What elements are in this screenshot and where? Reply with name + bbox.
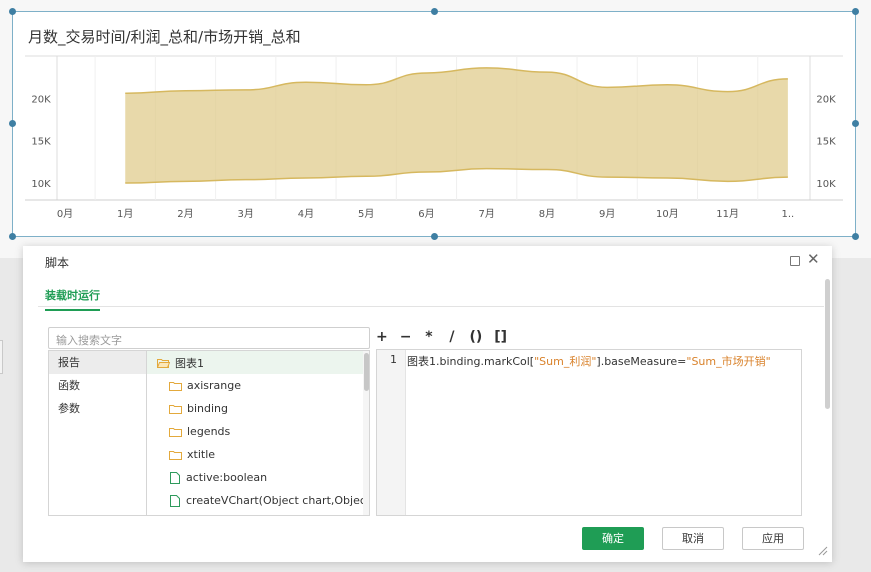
x-tick-label: 6月 [418, 208, 434, 220]
tree-item-label: createVChart(Object chart,Object grid [186, 494, 370, 507]
tree-item-label: active:boolean [186, 471, 268, 484]
folder-icon [169, 381, 182, 391]
resize-handle-tr[interactable] [852, 8, 859, 15]
category-params[interactable]: 参数 [49, 397, 146, 420]
op-brackets-button[interactable]: [] [494, 329, 507, 345]
y2-tick-label: 10K [816, 179, 836, 190]
folder-icon [169, 450, 182, 460]
op-divide-button[interactable]: / [446, 329, 457, 345]
x-tick-label: 2月 [177, 208, 193, 220]
op-parens-button[interactable]: () [469, 329, 482, 345]
script-dialog: 脚本 ✕ 装载时运行 输入搜索文字 + − * / () [] 报告 函数 参数… [23, 246, 832, 562]
category-list: 报告 函数 参数 [49, 351, 147, 515]
tree-root-chart1[interactable]: 图表1 [147, 351, 363, 374]
op-multiply-button[interactable]: * [423, 329, 434, 345]
dialog-title: 脚本 [45, 256, 70, 270]
resize-handle-r[interactable] [852, 120, 859, 127]
tree-item-legends[interactable]: legends [169, 420, 230, 443]
operator-bar: + − * / () [] [376, 329, 507, 345]
maximize-icon[interactable] [790, 256, 800, 266]
resize-handle-b[interactable] [431, 233, 438, 240]
resize-handle-br[interactable] [852, 233, 859, 240]
close-icon[interactable]: ✕ [807, 251, 820, 267]
search-input[interactable]: 输入搜索文字 [48, 327, 370, 349]
op-minus-button[interactable]: − [400, 329, 412, 345]
expand-icon[interactable] [851, 0, 861, 4]
code-string: "Sum_利润" [534, 355, 597, 368]
ok-button[interactable]: 确定 [582, 527, 644, 550]
file-icon [170, 471, 180, 484]
resize-handle-t[interactable] [431, 8, 438, 15]
object-browser: 报告 函数 参数 图表1 axisrange binding legends x… [48, 350, 370, 516]
file-icon [170, 494, 180, 507]
resize-handle-bl[interactable] [9, 233, 16, 240]
line-number: 1 [390, 353, 397, 366]
tree-item-active[interactable]: active:boolean [169, 466, 267, 489]
tree-root-label: 图表1 [175, 356, 204, 370]
y2-tick-label: 15K [816, 137, 836, 148]
code-token: 图表1.binding.markCol[ [407, 355, 535, 368]
x-tick-label: 0月 [57, 208, 73, 220]
x-tick-label: 7月 [478, 208, 494, 220]
code-line[interactable]: 图表1.binding.markCol["Sum_利润"].baseMeasur… [407, 353, 771, 369]
code-string: "Sum_市场开销" [686, 355, 771, 368]
side-panel-tab[interactable] [0, 340, 3, 374]
y-tick-label: 15K [31, 137, 51, 148]
tab-on-load[interactable]: 装载时运行 [45, 287, 100, 311]
x-tick-label: 5月 [358, 208, 374, 220]
y2-tick-label: 20K [816, 94, 836, 105]
tree-item-xtitle[interactable]: xtitle [169, 443, 215, 466]
tree-item-binding[interactable]: binding [169, 397, 228, 420]
code-token: ].baseMeasure= [596, 355, 687, 368]
y-tick-label: 10K [31, 179, 51, 190]
dialog-scrollbar[interactable] [825, 279, 830, 409]
x-tick-label: 1月 [117, 208, 133, 220]
x-tick-label: 11月 [716, 208, 739, 220]
x-tick-label: 1.. [782, 209, 795, 220]
apply-button[interactable]: 应用 [742, 527, 804, 550]
editor-gutter: 1 [377, 350, 406, 515]
x-tick-label: 3月 [238, 208, 254, 220]
folder-icon [169, 427, 182, 437]
area-chart: 20K 15K 10K 20K 15K 10K 0月 1月 2月 3月 4月 5月 6月 7月 8月 9月 10… [25, 55, 843, 220]
resize-handle-l[interactable] [9, 120, 16, 127]
x-tick-label: 4月 [298, 208, 314, 220]
cancel-button[interactable]: 取消 [662, 527, 724, 550]
area-band [125, 67, 788, 184]
tree-item-label: xtitle [187, 448, 216, 461]
y-tick-label: 20K [31, 94, 51, 105]
tree-item-createvchart[interactable]: createVChart(Object chart,Object grid [169, 489, 370, 512]
tree-scrollbar[interactable] [363, 351, 369, 515]
tree-item-label: binding [187, 402, 229, 415]
folder-open-icon [156, 358, 171, 368]
tree-scroll-thumb[interactable] [364, 353, 369, 391]
op-plus-button[interactable]: + [376, 329, 388, 345]
code-editor[interactable]: 1 图表1.binding.markCol["Sum_利润"].baseMeas… [376, 349, 802, 516]
x-tick-label: 10月 [656, 208, 679, 220]
tab-bar: 装载时运行 [38, 282, 824, 311]
folder-icon [169, 404, 182, 414]
tree-item-axisrange[interactable]: axisrange [169, 374, 241, 397]
chart-toolbar [851, 0, 861, 4]
resize-grip-icon[interactable] [818, 546, 828, 556]
chart-component[interactable]: 月数_交易时间/利润_总和/市场开销_总和 20K 15K 10K 20K 15K 10K… [12, 11, 856, 237]
resize-handle-tl[interactable] [9, 8, 16, 15]
report-canvas: 月数_交易时间/利润_总和/市场开销_总和 20K 15K 10K 20K 15K 10K… [0, 0, 871, 258]
category-report[interactable]: 报告 [49, 351, 146, 374]
x-tick-label: 9月 [599, 208, 615, 220]
x-tick-label: 8月 [539, 208, 555, 220]
tree-item-label: legends [187, 425, 231, 438]
tree-item-label: axisrange [187, 379, 242, 392]
category-functions[interactable]: 函数 [49, 374, 146, 397]
object-tree: 图表1 axisrange binding legends xtitle act… [147, 351, 369, 515]
